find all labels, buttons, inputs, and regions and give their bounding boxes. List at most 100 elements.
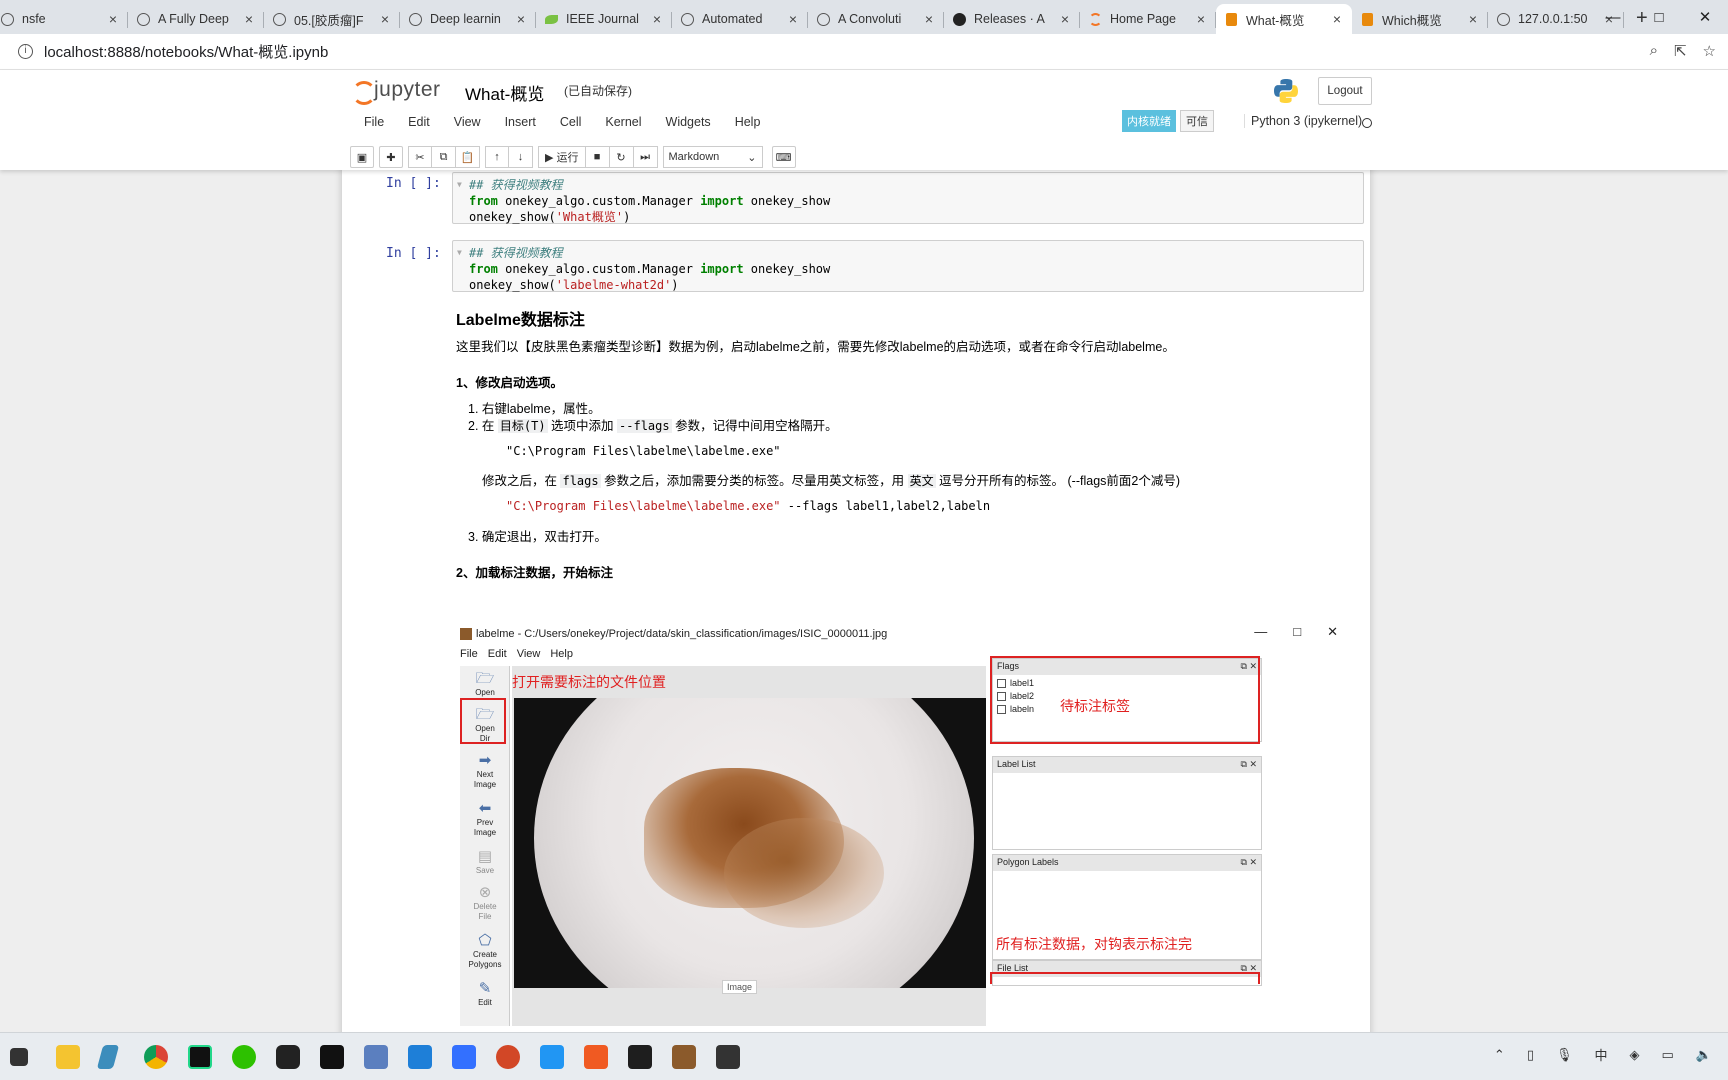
kernel-name[interactable]: Python 3 (ipykernel) — [1244, 114, 1362, 128]
menu-file[interactable]: File — [352, 115, 396, 129]
close-tab-icon[interactable]: × — [786, 11, 800, 27]
cloud-app-icon[interactable] — [540, 1045, 564, 1069]
menu-edit[interactable]: Edit — [396, 115, 442, 129]
browser-tab[interactable]: 05.[胶质瘤]F × — [264, 4, 400, 34]
close-tab-icon[interactable]: × — [1466, 11, 1480, 27]
camera-icon[interactable] — [276, 1045, 300, 1069]
move-up-icon[interactable]: ↑ — [485, 146, 509, 168]
site-info-icon[interactable]: i — [18, 44, 33, 59]
xmind-icon[interactable] — [584, 1045, 608, 1069]
module-name: onekey_algo.custom.Manager — [497, 194, 701, 208]
github-icon — [952, 12, 966, 26]
trusted-button[interactable]: 可信 — [1180, 110, 1214, 132]
close-tab-icon[interactable]: × — [106, 11, 120, 27]
insert-cell-icon[interactable]: ✚ — [379, 146, 403, 168]
browser-tab[interactable]: A Fully Deep × — [128, 4, 264, 34]
command-palette-icon[interactable]: ⌨ — [771, 146, 796, 168]
feishu-icon[interactable] — [452, 1045, 476, 1069]
after-text: 参数之后，添加需要分类的标签。尽量用英文标签，用 — [600, 474, 908, 488]
browser-tab[interactable]: Releases · A × — [944, 4, 1080, 34]
browser-tab[interactable]: Deep learnin × — [400, 4, 536, 34]
close-tab-icon[interactable]: × — [922, 11, 936, 27]
close-tab-icon[interactable]: × — [242, 11, 256, 27]
globe-icon — [136, 12, 150, 26]
browser-tab[interactable]: Automated × — [672, 4, 808, 34]
close-tab-icon[interactable]: × — [378, 11, 392, 27]
restart-icon[interactable]: ↻ — [609, 146, 634, 168]
share-icon[interactable]: ⇱ — [1674, 42, 1687, 60]
step2-text: 选项中添加 — [547, 419, 618, 433]
close-tab-icon[interactable]: × — [1194, 11, 1208, 27]
input-method-icon[interactable]: 中 — [1595, 1045, 1608, 1064]
save-icon: ▤ — [477, 848, 493, 865]
speaker-icon[interactable]: 🔈 — [1696, 1047, 1712, 1063]
battery-icon[interactable]: ▯ — [1527, 1047, 1534, 1063]
browser-tab[interactable]: nsfe × — [0, 4, 128, 34]
remote-desktop-icon[interactable] — [364, 1045, 388, 1069]
image-label: Image — [722, 980, 758, 994]
close-tab-icon[interactable]: × — [1058, 11, 1072, 27]
notebook-area[interactable]: In [ ]: ▼ ## 获得视频教程 from onekey_algo.cus… — [0, 170, 1728, 1032]
browser-tab[interactable]: What-概览 × — [1216, 4, 1352, 34]
collapse-icon[interactable]: ▼ — [457, 177, 462, 193]
paste-icon[interactable]: 📋 — [456, 146, 480, 168]
annotation-open-location: 打开需要标注的文件位置 — [512, 674, 666, 690]
notebook-menubar: File Edit View Insert Cell Kernel Widget… — [352, 108, 1376, 136]
jupyter-header: jupyter What-概览 (已自动保存) Logout File Edit… — [0, 70, 1728, 170]
vscode-icon[interactable] — [96, 1045, 120, 1069]
save-icon[interactable]: ▣ — [350, 146, 374, 168]
browser-tab[interactable]: Which概览 × — [1352, 4, 1488, 34]
copy-icon[interactable]: ⧉ — [432, 146, 456, 168]
code-input[interactable]: ▼ ## 获得视频教程 from onekey_algo.custom.Mana… — [452, 172, 1364, 224]
cut-icon[interactable]: ✂ — [408, 146, 432, 168]
menu-widgets[interactable]: Widgets — [654, 115, 723, 129]
notebook-page: In [ ]: ▼ ## 获得视频教程 from onekey_algo.cus… — [342, 170, 1370, 1032]
browser-tab[interactable]: A Convoluti × — [808, 4, 944, 34]
restart-run-all-icon[interactable]: ⏭ — [633, 146, 658, 168]
keyword-import: import — [700, 262, 744, 276]
antivirus-icon[interactable]: ◈ — [1630, 1047, 1640, 1063]
maximize-button[interactable]: □ — [1636, 9, 1682, 26]
close-tab-icon[interactable]: × — [514, 11, 528, 27]
delete-icon: ⊗ — [478, 884, 492, 901]
close-tab-icon[interactable]: × — [650, 11, 664, 27]
collapse-icon[interactable]: ▼ — [457, 245, 462, 261]
pycharm-icon[interactable] — [188, 1045, 212, 1069]
file-explorer-icon[interactable] — [56, 1045, 80, 1069]
wechat-icon[interactable] — [232, 1045, 256, 1069]
markdown-step-2: 2. 在 目标(T) 选项中添加 --flags 参数，记得中间用空格隔开。 — [468, 415, 838, 434]
close-tab-icon[interactable]: × — [1330, 11, 1344, 27]
menu-insert[interactable]: Insert — [493, 115, 548, 129]
microphone-icon[interactable]: 🎙 — [1556, 1047, 1573, 1063]
start-icon[interactable] — [10, 1048, 28, 1066]
cell-type-select[interactable]: Markdown ⌄ — [662, 146, 763, 168]
menu-cell[interactable]: Cell — [548, 115, 594, 129]
browser-tab[interactable]: IEEE Journal × — [536, 4, 672, 34]
menu-kernel[interactable]: Kernel — [593, 115, 653, 129]
console-icon[interactable] — [716, 1045, 740, 1069]
notebook-name[interactable]: What-概览 — [463, 78, 546, 107]
run-button[interactable]: ▶ 运行 — [538, 146, 586, 168]
jupyter-logo[interactable]: jupyter — [352, 78, 441, 105]
monitor-icon[interactable]: ▭ — [1662, 1047, 1674, 1063]
menu-view[interactable]: View — [442, 115, 493, 129]
bookmark-star-icon[interactable]: ☆ — [1703, 42, 1716, 60]
powerpoint-icon[interactable] — [496, 1045, 520, 1069]
app-icon[interactable] — [408, 1045, 432, 1069]
logout-button[interactable]: Logout — [1318, 77, 1372, 105]
labelme-taskbar-icon[interactable] — [672, 1045, 696, 1069]
move-down-icon[interactable]: ↓ — [509, 146, 533, 168]
minimize-button[interactable]: — — [1590, 9, 1636, 26]
zoom-icon[interactable]: ⌕ — [1650, 42, 1658, 60]
code-input[interactable]: ▼ ## 获得视频教程 from onekey_algo.custom.Mana… — [452, 240, 1364, 292]
browser-tab[interactable]: Home Page × — [1080, 4, 1216, 34]
stop-icon[interactable]: ■ — [585, 146, 610, 168]
menu-help[interactable]: Help — [723, 115, 773, 129]
chrome-icon[interactable] — [144, 1045, 168, 1069]
close-window-button[interactable]: ✕ — [1682, 8, 1728, 26]
chevron-up-icon[interactable]: ⌃ — [1494, 1047, 1505, 1063]
terminal-icon[interactable] — [628, 1045, 652, 1069]
capcut-icon[interactable] — [320, 1045, 344, 1069]
url-input[interactable]: localhost:8888/notebooks/What-概览.ipynb — [44, 41, 328, 62]
labelme-screenshot: labelme - C:/Users/onekey/Project/data/s… — [456, 622, 1344, 1026]
